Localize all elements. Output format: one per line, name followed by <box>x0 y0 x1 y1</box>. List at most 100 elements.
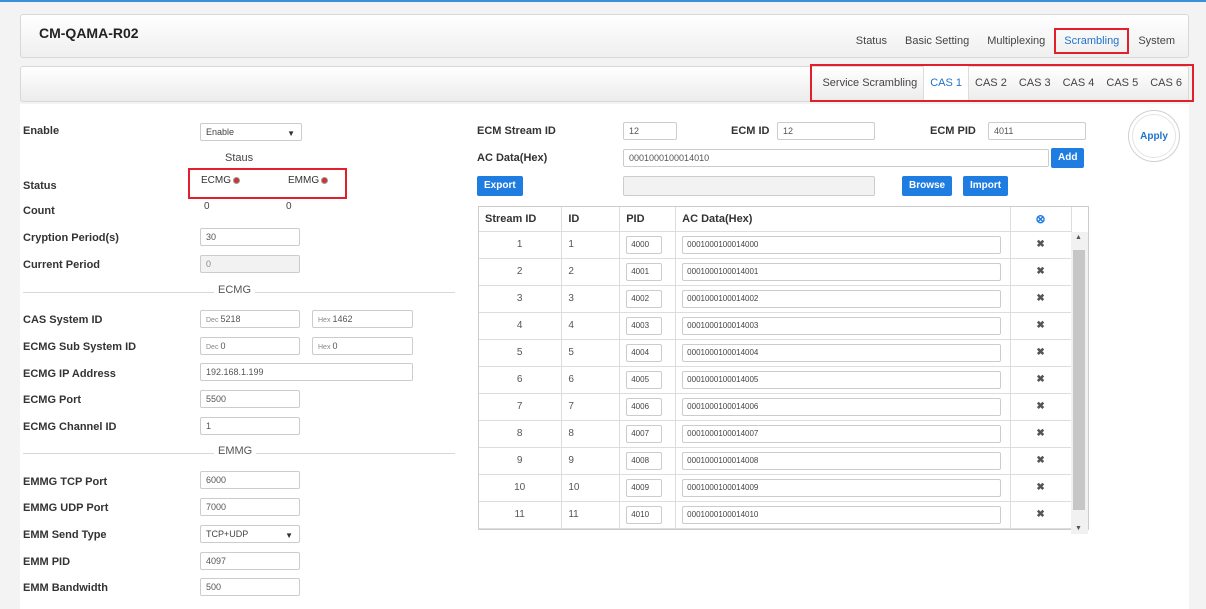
ecm-id-input[interactable]: 12 <box>777 122 875 140</box>
col-stream-id: Stream ID <box>479 207 563 232</box>
cell-stream-id: 9 <box>479 447 563 475</box>
export-button[interactable]: Export <box>477 176 523 196</box>
dec-prefix: Dec <box>206 317 219 324</box>
cell-pid-input[interactable]: 4005 <box>626 370 663 389</box>
ecmg-ip-address-input[interactable]: 192.168.1.199 <box>200 363 413 381</box>
delete-row-icon[interactable]: ✖ <box>1036 455 1044 466</box>
scroll-down-icon[interactable]: ▼ <box>1075 525 1082 532</box>
enable-select[interactable]: Enable ▼ <box>200 123 302 141</box>
ecm-pid-input[interactable]: 4011 <box>988 122 1086 140</box>
delete-row-icon[interactable]: ✖ <box>1036 374 1044 385</box>
scroll-up-icon[interactable]: ▲ <box>1075 234 1082 241</box>
cell-pid-input[interactable]: 4006 <box>626 397 663 416</box>
ecmg-port-input[interactable]: 5500 <box>200 390 300 408</box>
table-row: 10 10 4009 0001000100014009 ✖ <box>479 474 1072 502</box>
nav-status[interactable]: Status <box>847 29 896 54</box>
emm-send-type-select[interactable]: TCP+UDP ▼ <box>200 525 300 543</box>
cell-ac-data-input[interactable]: 0001000100014004 <box>682 343 1002 362</box>
cell-ac-data-input[interactable]: 0001000100014008 <box>682 451 1002 470</box>
table-row: 7 7 4006 0001000100014006 ✖ <box>479 393 1072 421</box>
ecm-pid-label: ECM PID <box>930 125 976 137</box>
apply-button[interactable]: Apply <box>1128 110 1180 162</box>
emmg-status-dot-icon <box>321 176 329 184</box>
delete-row-icon[interactable]: ✖ <box>1036 401 1044 412</box>
table-scrollbar[interactable]: ▲ ▼ <box>1071 232 1088 534</box>
ecm-stream-id-label: ECM Stream ID <box>477 125 556 137</box>
cell-pid-input[interactable]: 4007 <box>626 424 663 443</box>
cell-pid-input[interactable]: 4001 <box>626 262 663 281</box>
cell-pid-input[interactable]: 4010 <box>626 505 663 524</box>
nav-basic-setting[interactable]: Basic Setting <box>896 29 978 54</box>
table-row: 1 1 4000 0001000100014000 ✖ <box>479 231 1072 259</box>
cryption-period-label: Cryption Period(s) <box>23 232 119 244</box>
cell-pid-input[interactable]: 4003 <box>626 316 663 335</box>
current-period-label: Current Period <box>23 259 101 271</box>
delete-row-icon[interactable]: ✖ <box>1036 347 1044 358</box>
ecm-stream-id-input[interactable]: 12 <box>623 122 677 140</box>
cryption-period-input[interactable]: 30 <box>200 228 300 246</box>
delete-row-icon[interactable]: ✖ <box>1036 428 1044 439</box>
cell-ac-data-input[interactable]: 0001000100014009 <box>682 478 1002 497</box>
top-accent-line <box>0 0 1206 2</box>
import-button[interactable]: Import <box>963 176 1009 196</box>
emm-pid-input[interactable]: 4097 <box>200 552 300 570</box>
delete-row-icon[interactable]: ✖ <box>1036 239 1044 250</box>
cell-ac-data-input[interactable]: 0001000100014010 <box>682 505 1002 524</box>
nav-multiplexing[interactable]: Multiplexing <box>978 29 1054 54</box>
delete-row-icon[interactable]: ✖ <box>1036 293 1044 304</box>
count-ecmg: 0 <box>204 201 210 212</box>
emm-bandwidth-input[interactable]: 500 <box>200 578 300 596</box>
cell-ac-data-input[interactable]: 0001000100014001 <box>682 262 1002 281</box>
cell-ac-data-input[interactable]: 0001000100014005 <box>682 370 1002 389</box>
add-button[interactable]: Add <box>1051 148 1085 168</box>
emmg-udp-port-input[interactable]: 7000 <box>200 498 300 516</box>
nav-system[interactable]: System <box>1129 29 1184 54</box>
tab-cas-6[interactable]: CAS 6 <box>1144 66 1188 100</box>
cell-ac-data-input[interactable]: 0001000100014006 <box>682 397 1002 416</box>
tab-cas-1[interactable]: CAS 1 <box>923 66 970 100</box>
tab-cas-3[interactable]: CAS 3 <box>1013 66 1057 100</box>
cell-ac-data-input[interactable]: 0001000100014007 <box>682 424 1002 443</box>
cas-system-id-label: CAS System ID <box>23 314 103 326</box>
cell-stream-id: 3 <box>479 285 563 313</box>
cell-ac-data-input[interactable]: 0001000100014003 <box>682 316 1002 335</box>
ecmg-channel-id-input[interactable]: 1 <box>200 417 300 435</box>
cell-ac-data-input[interactable]: 0001000100014002 <box>682 289 1002 308</box>
cell-ac-data-input[interactable]: 0001000100014000 <box>682 235 1002 254</box>
main-nav: Status Basic Setting Multiplexing Scramb… <box>847 28 1184 54</box>
clear-all-icon[interactable]: ⊗ <box>1036 212 1046 226</box>
tab-cas-4[interactable]: CAS 4 <box>1057 66 1101 100</box>
tab-cas-2[interactable]: CAS 2 <box>969 66 1013 100</box>
delete-row-icon[interactable]: ✖ <box>1036 482 1044 493</box>
browse-button[interactable]: Browse <box>902 176 953 196</box>
nav-scrambling[interactable]: Scrambling <box>1054 28 1130 54</box>
col-ac-data: AC Data(Hex) <box>675 207 1012 232</box>
cell-pid-input[interactable]: 4000 <box>626 235 663 254</box>
scrollbar-thumb[interactable] <box>1073 250 1085 510</box>
emmg-tcp-port-input[interactable]: 6000 <box>200 471 300 489</box>
delete-row-icon[interactable]: ✖ <box>1036 266 1044 277</box>
ecmg-sub-system-id-hex-input[interactable]: Hex 0 <box>312 337 413 355</box>
ecmg-channel-id-label: ECMG Channel ID <box>23 421 117 433</box>
delete-row-icon[interactable]: ✖ <box>1036 320 1044 331</box>
ac-data-label: AC Data(Hex) <box>477 152 548 164</box>
table-row: 2 2 4001 0001000100014001 ✖ <box>479 258 1072 286</box>
cell-stream-id: 4 <box>479 312 563 340</box>
emm-send-type-value: TCP+UDP <box>206 529 249 539</box>
cell-pid-input[interactable]: 4004 <box>626 343 663 362</box>
ac-data-input[interactable]: 0001000100014010 <box>623 149 1049 167</box>
cell-pid-input[interactable]: 4002 <box>626 289 663 308</box>
tab-cas-5[interactable]: CAS 5 <box>1100 66 1144 100</box>
cell-pid-input[interactable]: 4008 <box>626 451 663 470</box>
cas-system-id-hex-input[interactable]: Hex 1462 <box>312 310 413 328</box>
ecmg-status-label: ECMG <box>201 175 231 186</box>
ecmg-status-dot-icon <box>233 176 240 184</box>
cas-system-id-dec-input[interactable]: Dec 5218 <box>200 310 300 328</box>
cell-pid-input[interactable]: 4009 <box>626 478 663 497</box>
col-id: ID <box>561 207 621 232</box>
table-row: 6 6 4005 0001000100014005 ✖ <box>479 366 1072 394</box>
ecmg-sub-system-id-dec-input[interactable]: Dec 0 <box>200 337 300 355</box>
tab-service-scrambling[interactable]: Service Scrambling <box>816 66 923 100</box>
delete-row-icon[interactable]: ✖ <box>1036 509 1044 520</box>
cell-id: 1 <box>561 231 621 259</box>
